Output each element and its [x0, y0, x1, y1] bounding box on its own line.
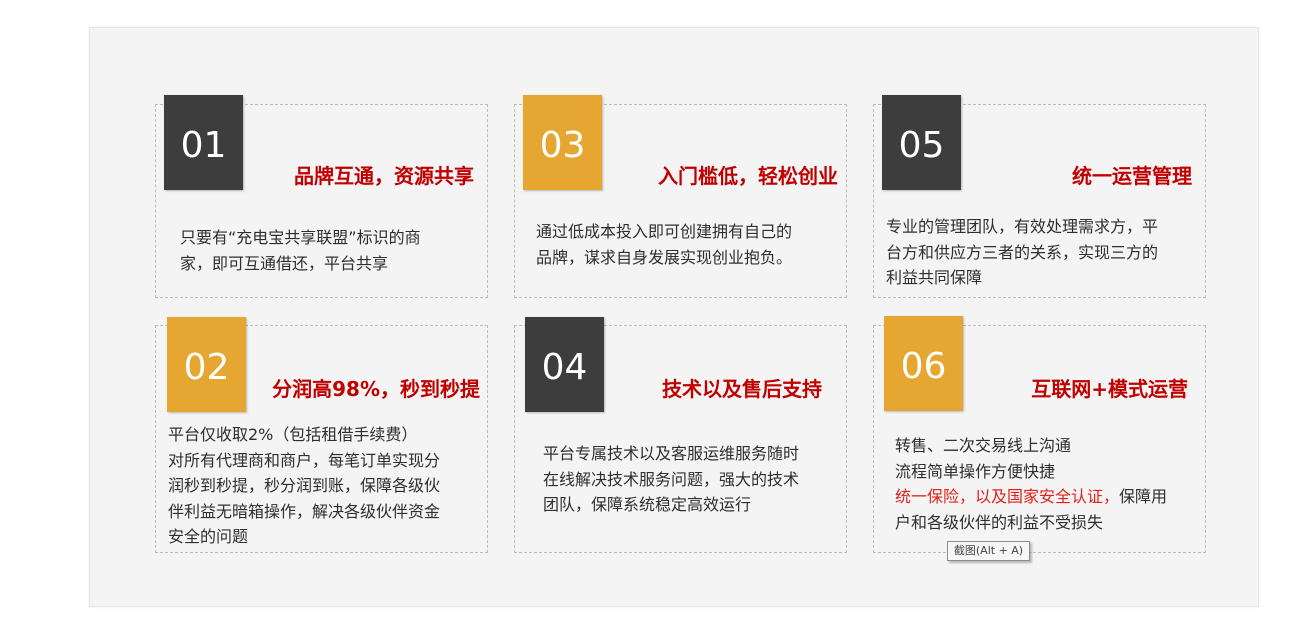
feature-title-03: 入门槛低，轻松创业 [658, 164, 838, 188]
desc-line: 品牌，谋求自身发展实现创业抱负。 [536, 247, 793, 267]
highlight-text: 统一保险，以及国家安全认证， [895, 487, 1120, 506]
desc-line: 平台专属技术以及客服运维服务随时 [543, 444, 800, 463]
feature-title-01: 品牌互通，资源共享 [294, 164, 474, 188]
feature-desc-06: 转售、二次交易线上沟通 流程简单操作方便快捷 统一保险，以及国家安全认证，保障用… [895, 433, 1167, 535]
feature-number-02: 02 [167, 317, 246, 412]
desc-line: 流程简单操作方便快捷 [895, 461, 1056, 481]
desc-line: 转售、二次交易线上沟通 [895, 436, 1072, 455]
desc-line: 只要有“充电宝共享联盟”标识的商 [180, 228, 421, 247]
feature-desc-01: 只要有“充电宝共享联盟”标识的商 家，即可互通借还，平台共享 [180, 225, 421, 276]
desc-line: 通过低成本投入即可创建拥有自己的 [536, 222, 793, 241]
feature-desc-05: 专业的管理团队，有效处理需求方，平 台方和供应方三者的关系，实现三方的 利益共同… [886, 214, 1158, 291]
desc-line: 平台仅收取2%（包括租借手续费） [168, 425, 418, 444]
feature-number-05: 05 [882, 95, 961, 190]
desc-line: 家，即可互通借还，平台共享 [180, 253, 389, 273]
feature-desc-02: 平台仅收取2%（包括租借手续费） 对所有代理商和商户，每笔订单实现分 润秒到秒提… [168, 422, 440, 550]
feature-title-05: 统一运营管理 [1072, 164, 1192, 188]
feature-number-01: 01 [164, 95, 243, 190]
feature-desc-04: 平台专属技术以及客服运维服务随时 在线解决技术服务问题，强大的技术 团队，保障系… [543, 441, 799, 518]
feature-desc-03: 通过低成本投入即可创建拥有自己的 品牌，谋求自身发展实现创业抱负。 [536, 219, 792, 270]
desc-line: 台方和供应方三者的关系，实现三方的 [886, 242, 1159, 262]
desc-line: 伴利益无暗箱操作，解决各级伙伴资金 [168, 501, 441, 521]
desc-line: 安全的问题 [168, 527, 249, 546]
screenshot-tooltip: 截图(Alt + A) [947, 541, 1030, 561]
desc-text: 保障用 [1119, 487, 1168, 506]
desc-line: 利益共同保障 [886, 268, 983, 287]
feature-number-04: 04 [525, 317, 604, 412]
desc-line: 润秒到秒提，秒分润到账，保障各级伙 [168, 476, 441, 495]
feature-number-03: 03 [523, 95, 602, 190]
desc-line: 对所有代理商和商户，每笔订单实现分 [168, 450, 441, 470]
desc-line: 户和各级伙伴的利益不受损失 [895, 512, 1104, 532]
feature-title-04: 技术以及售后支持 [662, 377, 822, 401]
desc-line: 专业的管理团队，有效处理需求方，平 [886, 217, 1159, 236]
feature-title-06: 互联网+模式运营 [1031, 377, 1188, 401]
desc-line: 在线解决技术服务问题，强大的技术 [543, 469, 800, 489]
feature-title-02: 分润高98%，秒到秒提 [272, 377, 480, 401]
desc-line: 统一保险，以及国家安全认证，保障用 [895, 484, 1167, 510]
desc-line: 团队，保障系统稳定高效运行 [543, 495, 752, 514]
feature-number-06: 06 [884, 316, 963, 411]
